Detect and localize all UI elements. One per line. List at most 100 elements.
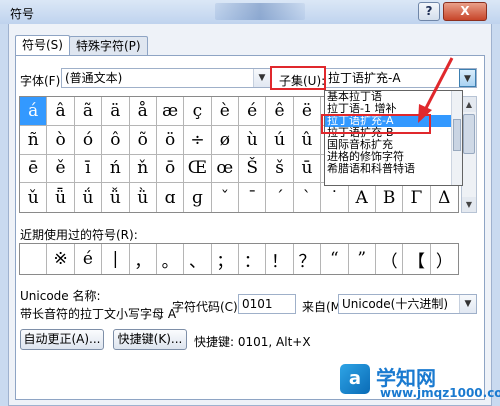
font-label: 字体(F): <box>20 74 65 88</box>
symbol-cell[interactable]: ó <box>74 125 103 155</box>
recent-symbol-cell[interactable]: “ <box>321 244 349 274</box>
symbol-cell[interactable]: ã <box>74 97 103 126</box>
recent-symbol-cell[interactable]: é <box>75 244 103 274</box>
symbol-cell[interactable]: ǜ <box>130 183 157 212</box>
symbol-cell[interactable]: ô <box>102 125 130 155</box>
recent-symbol-cell[interactable]: 【 <box>403 244 431 274</box>
symbol-cell[interactable]: ǔ <box>20 183 48 212</box>
shortcut-key-button[interactable]: 快捷键(K)... <box>113 329 187 350</box>
subset-label: 子集(U): <box>279 74 326 88</box>
scroll-up-icon[interactable]: ▲ <box>462 97 476 112</box>
character-code-input[interactable]: 0101 <box>238 294 296 314</box>
dropdown-scroll-thumb[interactable] <box>453 119 461 151</box>
recent-symbol-cell[interactable]: 。 <box>157 244 185 274</box>
scroll-thumb[interactable] <box>463 114 475 154</box>
tab-special-characters[interactable]: 特殊字符(P) <box>69 36 148 55</box>
symbol-cell[interactable]: õ <box>129 125 157 155</box>
symbol-cell[interactable]: Α <box>349 183 376 212</box>
subset-select[interactable]: 拉丁语扩充-A ▼ <box>324 68 477 88</box>
symbol-cell[interactable]: ˙ <box>321 183 349 212</box>
window-title: 符号 <box>10 7 35 21</box>
symbol-cell[interactable]: ń <box>102 154 130 184</box>
symbol-cell[interactable]: æ <box>156 97 185 126</box>
recent-symbol-cell[interactable]: ； <box>212 244 239 274</box>
symbol-cell[interactable]: Œ <box>184 154 212 184</box>
symbol-cell[interactable]: ǚ <box>102 183 130 212</box>
symbol-cell[interactable]: ɡ <box>184 183 212 212</box>
symbol-cell[interactable]: å <box>129 97 157 126</box>
font-select-value: (普通文本) <box>65 71 123 85</box>
symbol-cell[interactable]: ê <box>266 97 294 126</box>
scroll-down-icon[interactable]: ▼ <box>462 197 476 212</box>
symbol-cell[interactable]: ÷ <box>184 125 212 155</box>
chevron-down-icon[interactable]: ▼ <box>253 69 270 87</box>
subset-dropdown-list: 基本拉丁语 拉丁语-1 增补 拉丁语扩充-A 拉丁语扩充-B 国际音标扩充 进格的修饰字符… <box>324 90 463 186</box>
recent-symbol-cell[interactable]: 、 <box>184 244 212 274</box>
recent-symbol-cell[interactable]: ） <box>431 244 458 274</box>
recent-symbol-cell[interactable]: ？ <box>294 244 322 274</box>
symbol-cell[interactable]: Δ <box>431 183 458 212</box>
chevron-down-icon[interactable]: ▼ <box>459 295 476 313</box>
symbol-cell[interactable]: ɑ <box>157 183 185 212</box>
symbol-cell[interactable]: œ <box>211 154 239 184</box>
font-select[interactable]: (普通文本) ▼ <box>61 68 271 88</box>
symbol-cell[interactable]: ë <box>293 97 322 126</box>
unicode-name-label: Unicode 名称: <box>20 289 101 303</box>
symbol-cell[interactable]: ǖ <box>47 183 75 212</box>
recent-symbol-cell[interactable]: ： <box>239 244 267 274</box>
recent-symbol-cell[interactable]: ” <box>349 244 376 274</box>
symbol-cell[interactable]: ē <box>20 154 48 184</box>
symbol-cell[interactable]: é <box>239 97 267 126</box>
symbol-cell[interactable]: ù <box>239 125 267 155</box>
symbol-cell[interactable]: ň <box>129 154 157 184</box>
symbol-cell[interactable]: Γ <box>403 183 431 212</box>
symbol-cell[interactable]: ˉ <box>239 183 267 212</box>
character-code-label: 字符代码(C): <box>172 300 242 314</box>
shortcut-key-info: 快捷键: 0101, Alt+X <box>194 335 311 349</box>
symbol-cell[interactable]: ī <box>74 154 103 184</box>
close-button[interactable]: X <box>443 2 487 21</box>
recent-symbol-cell[interactable] <box>20 244 48 274</box>
symbol-cell[interactable]: û <box>293 125 322 155</box>
symbol-cell[interactable]: Š <box>239 154 267 184</box>
symbol-cell[interactable]: ö <box>156 125 185 155</box>
recent-symbol-cell[interactable]: ， <box>130 244 157 274</box>
symbol-cell[interactable]: ñ <box>20 125 48 155</box>
symbol-cell[interactable]: ˇ <box>212 183 239 212</box>
symbol-cell[interactable]: ø <box>211 125 239 155</box>
symbol-cell[interactable]: ä <box>102 97 130 126</box>
tab-symbols[interactable]: 符号(S) <box>15 35 70 56</box>
symbol-cell[interactable]: ō <box>156 154 185 184</box>
symbol-cell[interactable]: è <box>211 97 239 126</box>
symbol-cell[interactable]: ˊ <box>266 183 294 212</box>
symbol-cell[interactable]: ū <box>293 154 322 184</box>
symbol-cell[interactable]: Β <box>376 183 404 212</box>
symbol-cell[interactable]: ò <box>47 125 75 155</box>
autocorrect-button[interactable]: 自动更正(A)... <box>20 329 104 350</box>
recent-symbol-cell[interactable]: （ <box>376 244 404 274</box>
symbol-cell[interactable]: š <box>266 154 294 184</box>
recent-symbols-grid: ※ é |，。、；：！？ “” （【） <box>19 243 459 275</box>
unicode-name-value: 带长音符的拉丁文小写字母 A <box>20 307 177 321</box>
title-bar-ghost-text <box>215 3 305 20</box>
from-select[interactable]: Unicode(十六进制) ▼ <box>338 294 477 314</box>
symbol-cell[interactable]: ç <box>184 97 212 126</box>
symbol-cell[interactable]: á <box>20 97 48 126</box>
symbol-cell[interactable]: ǘ <box>75 183 103 212</box>
recent-symbol-cell[interactable]: | <box>102 244 130 274</box>
watermark-logo: a <box>340 364 370 394</box>
dropdown-scrollbar[interactable] <box>451 91 462 185</box>
recent-symbol-cell[interactable]: ！ <box>266 244 294 274</box>
symbol-cell[interactable]: â <box>47 97 75 126</box>
subset-option[interactable]: 希腊语和科普特语 <box>325 163 462 175</box>
recent-symbol-cell[interactable]: ※ <box>47 244 75 274</box>
symbol-cell[interactable]: ě <box>47 154 75 184</box>
title-bar: 符号 ? X <box>0 0 500 24</box>
symbol-cell[interactable]: ú <box>266 125 294 155</box>
help-button[interactable]: ? <box>418 2 440 21</box>
symbol-grid-scrollbar[interactable]: ▲ ▼ <box>461 96 477 213</box>
watermark-url: www.jmqz1000.com <box>380 386 500 400</box>
symbol-cell[interactable]: ˋ <box>294 183 322 212</box>
chevron-down-icon[interactable]: ▼ <box>459 69 476 87</box>
from-select-value: Unicode(十六进制) <box>342 297 449 311</box>
